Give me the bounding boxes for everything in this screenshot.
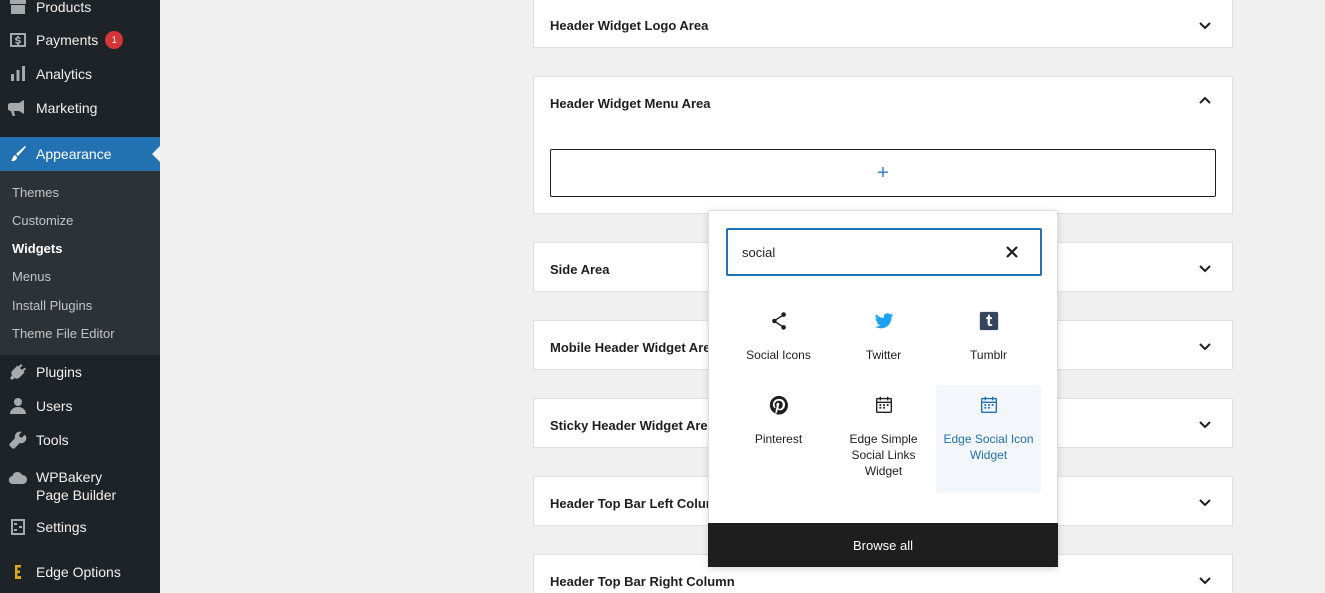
megaphone-icon <box>0 98 36 118</box>
widget-area-title: Sticky Header Widget Area <box>550 418 715 433</box>
menu-item-label: Tools <box>36 432 69 448</box>
block-label: Tumblr <box>970 348 1007 362</box>
menu-item-payments[interactable]: Payments 1 <box>0 23 160 57</box>
browse-all-button[interactable]: Browse all <box>708 523 1058 567</box>
widget-area-header-menu[interactable]: Header Widget Menu Area + <box>533 76 1233 214</box>
share-icon <box>726 309 831 333</box>
pinterest-icon <box>726 393 831 417</box>
admin-sidebar: Products Payments 1 Analytics Marketing … <box>0 0 160 593</box>
tumblr-icon <box>936 309 1041 333</box>
block-edge-simple-social-links[interactable]: Edge Simple Social Links Widget <box>831 385 936 493</box>
chevron-down-icon[interactable] <box>1198 573 1212 587</box>
chevron-down-icon[interactable] <box>1198 417 1212 431</box>
menu-item-settings[interactable]: Settings <box>0 510 160 544</box>
widget-area-title: Header Widget Menu Area <box>550 96 711 111</box>
menu-item-marketing[interactable]: Marketing <box>0 91 160 125</box>
block-search-input[interactable] <box>742 243 992 261</box>
paintbrush-icon <box>0 144 36 164</box>
submenu-menus[interactable]: Menus <box>12 269 51 284</box>
menu-item-label: Plugins <box>36 364 82 380</box>
block-label: Twitter <box>865 348 902 362</box>
chevron-up-icon[interactable] <box>1198 94 1212 108</box>
menu-item-plugins[interactable]: Plugins <box>0 355 160 389</box>
block-label: Social Icons <box>746 348 811 362</box>
menu-item-tools[interactable]: Tools <box>0 423 160 457</box>
menu-item-analytics[interactable]: Analytics <box>0 57 160 91</box>
menu-item-label: Analytics <box>36 66 93 82</box>
submenu-customize[interactable]: Customize <box>12 213 73 228</box>
calendar-icon <box>936 393 1041 417</box>
menu-item-label: Edge Options <box>36 564 121 580</box>
chevron-down-icon[interactable] <box>1198 261 1212 275</box>
menu-item-label: Products <box>36 0 92 15</box>
widget-area-header-logo[interactable]: Header Widget Logo Area <box>533 0 1233 48</box>
block-search-box[interactable] <box>726 228 1042 276</box>
widget-area-title: Mobile Header Widget Area <box>550 340 718 355</box>
menu-item-label: Payments <box>36 32 99 48</box>
block-label: Edge Simple Social Links Widget <box>849 432 918 478</box>
block-label: Pinterest <box>754 432 803 446</box>
widget-area-title: Header Top Bar Right Column <box>550 574 735 589</box>
block-pinterest[interactable]: Pinterest <box>726 385 831 493</box>
submenu-theme-file-editor[interactable]: Theme File Editor <box>12 326 115 341</box>
menu-item-users[interactable]: Users <box>0 389 160 423</box>
submenu-themes[interactable]: Themes <box>12 185 59 200</box>
menu-item-label: Settings <box>36 519 87 535</box>
plus-icon: + <box>877 162 889 184</box>
add-block-button[interactable]: + <box>550 149 1216 197</box>
twitter-icon <box>831 309 936 333</box>
edge-icon <box>0 562 36 582</box>
wrench-icon <box>0 430 36 450</box>
widget-area-title: Header Top Bar Left Column <box>550 496 726 511</box>
notification-badge: 1 <box>105 31 124 49</box>
chevron-down-icon[interactable] <box>1198 495 1212 509</box>
plug-icon <box>0 362 36 382</box>
menu-item-edge-options[interactable]: Edge Options <box>0 555 160 589</box>
chevron-down-icon[interactable] <box>1198 339 1212 353</box>
sliders-icon <box>0 517 36 537</box>
block-label: Edge Social Icon Widget <box>943 432 1034 462</box>
archive-icon <box>0 0 36 17</box>
close-icon[interactable] <box>1004 244 1020 260</box>
menu-item-label: Appearance <box>36 146 112 162</box>
menu-item-label: Marketing <box>36 100 98 116</box>
menu-item-label: WPBakery Page Builder <box>36 469 117 503</box>
calendar-icon <box>831 393 936 417</box>
menu-item-appearance[interactable]: Appearance <box>0 137 160 171</box>
submenu-widgets[interactable]: Widgets <box>12 241 62 256</box>
user-icon <box>0 396 36 416</box>
submenu-install-plugins[interactable]: Install Plugins <box>12 298 92 313</box>
block-inserter-popover: Social Icons Twitter Tumblr Pinterest Ed… <box>708 210 1058 567</box>
block-edge-social-icon-widget[interactable]: Edge Social Icon Widget <box>936 385 1041 493</box>
cloud-icon <box>0 466 36 488</box>
menu-item-label: Users <box>36 398 73 414</box>
appearance-submenu: Themes Customize Widgets Menus Install P… <box>0 171 160 355</box>
bar-chart-icon <box>0 64 36 84</box>
dollar-icon <box>0 30 36 50</box>
widget-area-title: Side Area <box>550 262 610 277</box>
chevron-down-icon[interactable] <box>1198 18 1212 32</box>
widget-area-title: Header Widget Logo Area <box>550 18 709 33</box>
menu-item-products[interactable]: Products <box>0 0 160 24</box>
menu-item-wpbakery[interactable]: WPBakery Page Builder <box>0 466 160 506</box>
